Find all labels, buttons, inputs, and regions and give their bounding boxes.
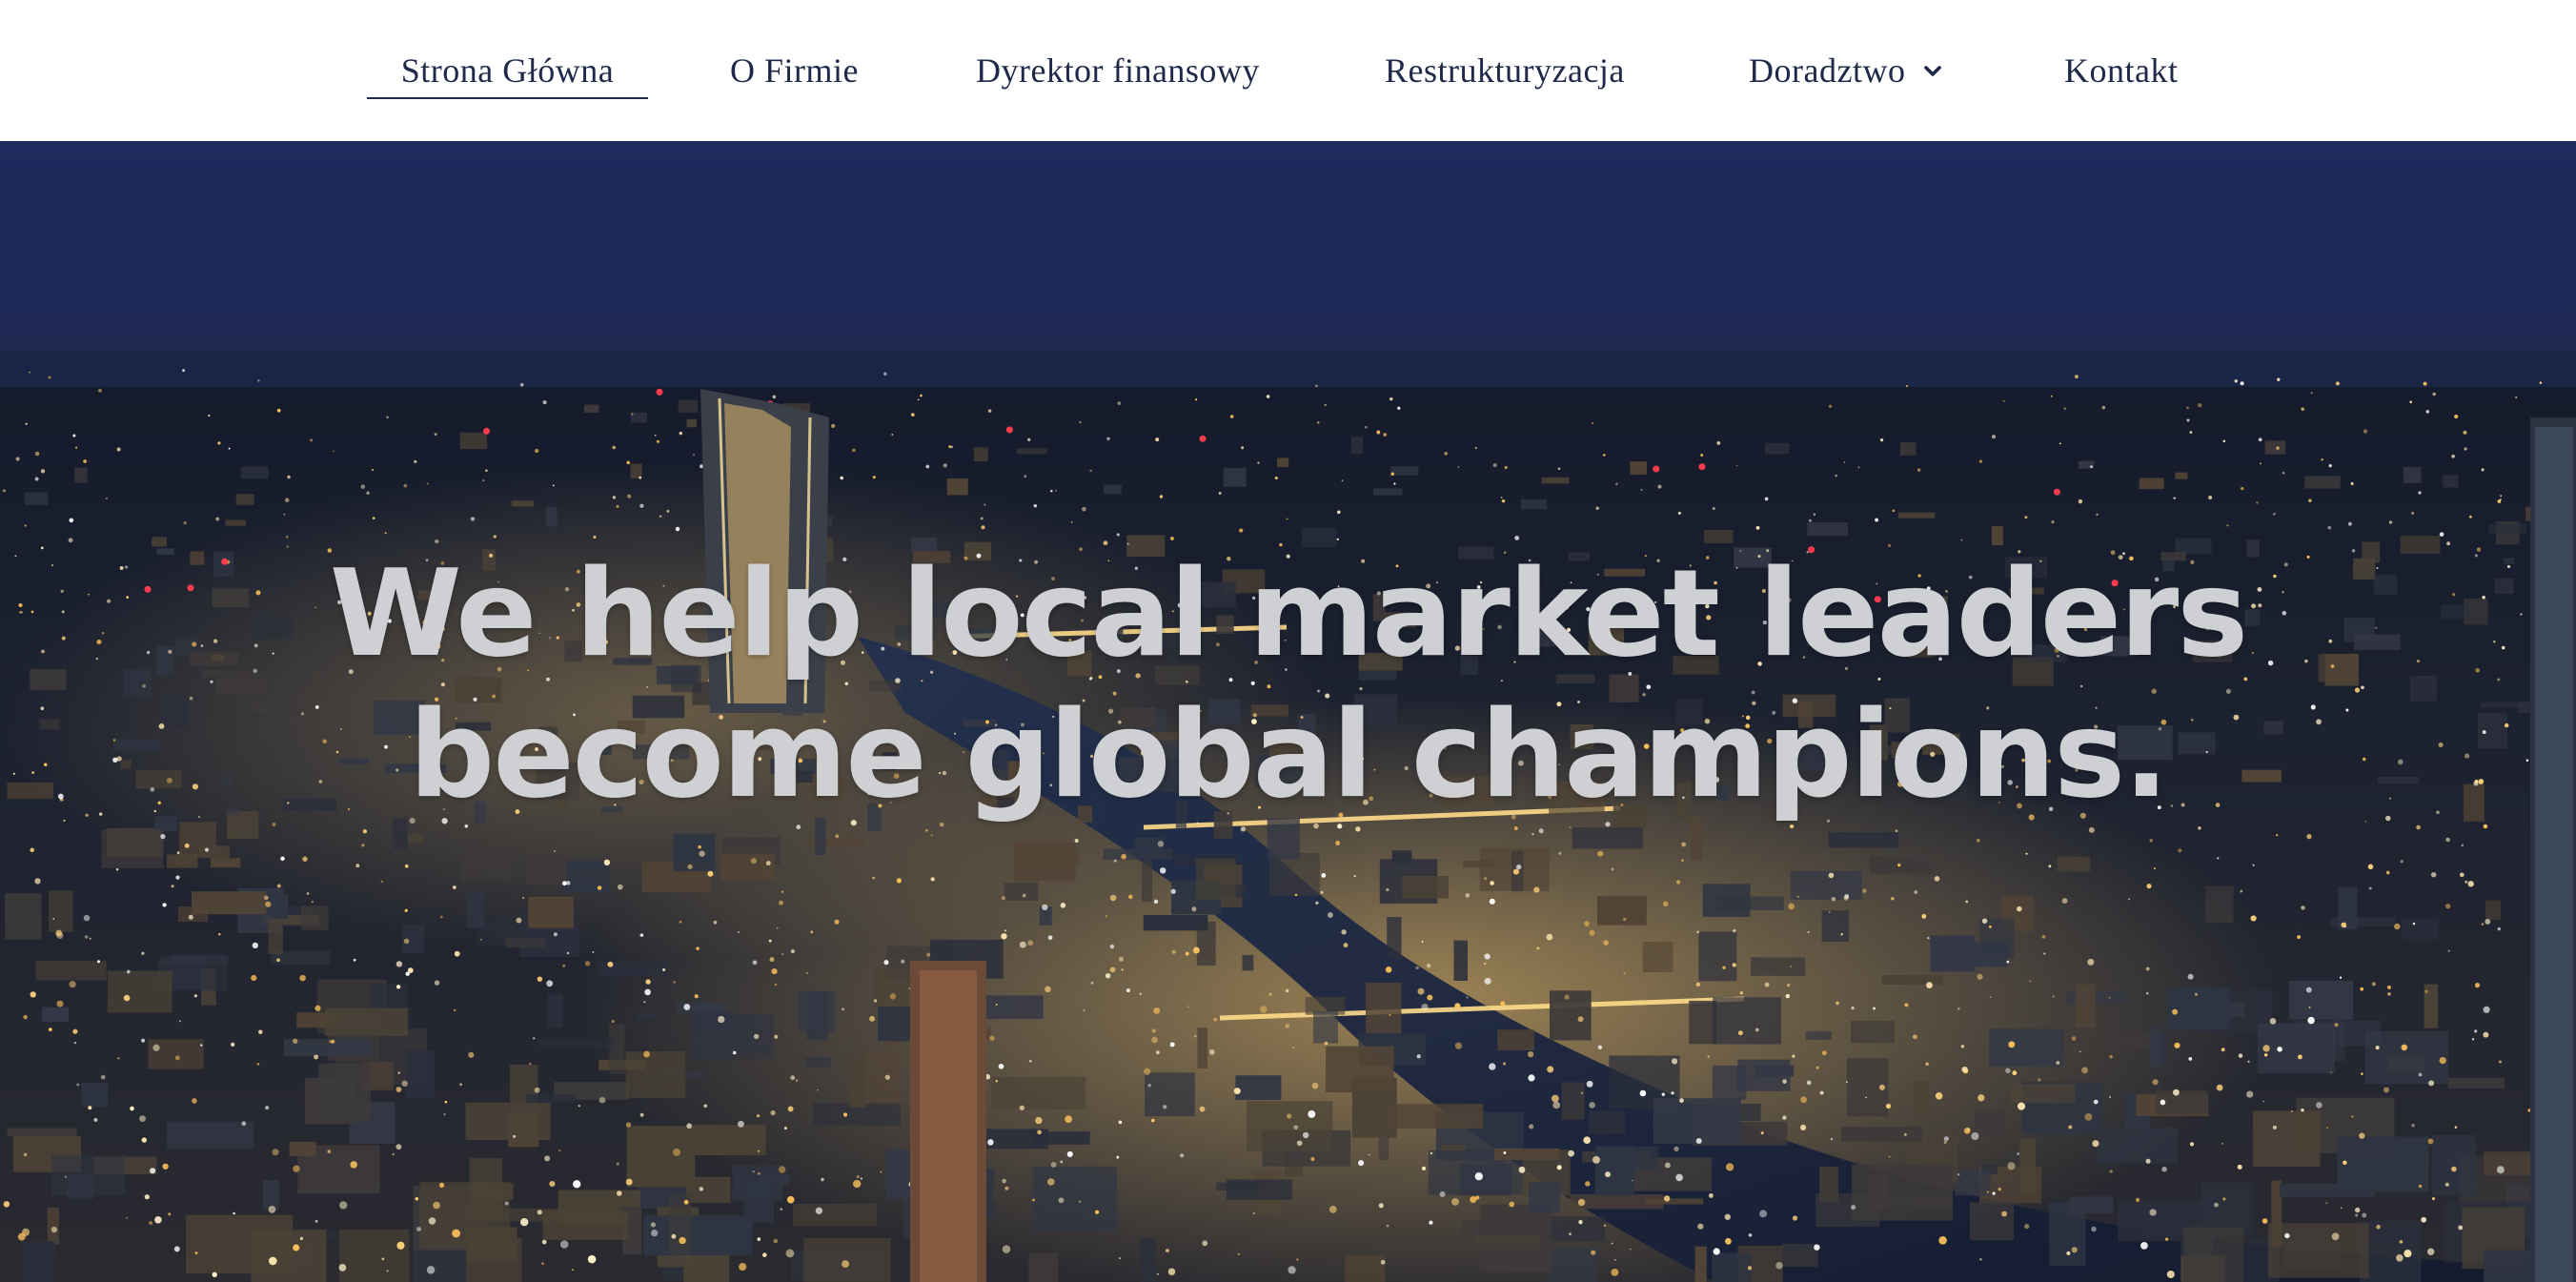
nav-item-contact[interactable]: Kontakt <box>2064 44 2178 97</box>
hero-headline: We help local market leaders become glob… <box>0 543 2576 825</box>
chevron-down-icon <box>1924 66 1942 76</box>
nav-item-advisory[interactable]: Doradztwo <box>1749 44 1942 97</box>
nav-item-about[interactable]: O Firmie <box>730 44 859 97</box>
nav-item-cfo[interactable]: Dyrektor finansowy <box>976 44 1260 97</box>
top-navigation: Strona Główna O Firmie Dyrektor finansow… <box>0 0 2576 141</box>
nav-item-home[interactable]: Strona Główna <box>367 44 648 99</box>
hero-headline-line1: We help local market leaders <box>329 543 2249 683</box>
hero-headline-line2: become global champions. <box>409 684 2169 824</box>
nav-item-restructuring[interactable]: Restrukturyzacja <box>1385 44 1625 97</box>
nav-item-advisory-label: Doradztwo <box>1749 51 1906 90</box>
